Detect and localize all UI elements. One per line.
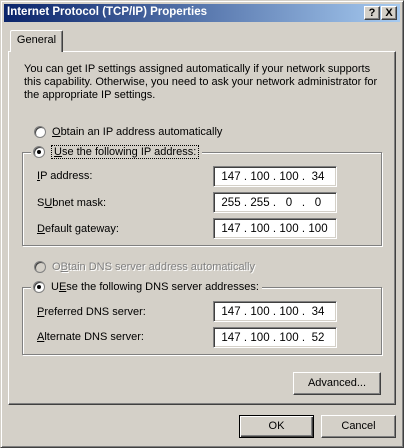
radio-obtain-ip-auto-circle[interactable] [34,126,46,138]
ip-octet: 0 [314,196,322,209]
ip-octet: 100 [279,305,299,318]
radio-use-following-dns-label: UEse the following DNS server addresses: [51,281,259,293]
ip-octet: 0 [285,196,293,209]
tab-general-label: General [16,34,57,46]
ip-dot: . [243,196,248,209]
ip-octet: 52 [311,331,325,344]
ip-dot: . [272,170,277,183]
radio-use-following-ip[interactable]: Use the following IP address: [31,145,203,159]
ip-octet: 100 [279,222,299,235]
ip-octet: 34 [311,170,325,183]
ip-dot: . [243,222,248,235]
close-button[interactable]: X [381,6,397,20]
description-text: You can get IP settings assigned automat… [24,63,378,101]
ip-octet: 147 [221,305,241,318]
default-gateway-input[interactable]: 147. 100. 100. 100 [213,218,337,239]
ip-octet: 100 [250,222,270,235]
radio-use-following-ip-label: Use the following IP address: [51,145,200,159]
radio-obtain-dns-auto-circle[interactable] [34,261,46,273]
radio-use-following-dns[interactable]: UEse the following DNS server addresses: [31,280,262,294]
ip-octet: 255 [250,196,270,209]
ip-dot: . [243,331,248,344]
ip-octet: 147 [221,170,241,183]
ip-dot: . [301,222,306,235]
radio-obtain-ip-auto[interactable]: Obtain an IP address automatically [34,125,222,139]
radio-use-following-ip-circle[interactable] [33,146,45,158]
window-title: Internet Protocol (TCP/IP) Properties [7,6,207,18]
ip-octet: 100 [250,170,270,183]
title-bar[interactable]: Internet Protocol (TCP/IP) Properties ? … [4,4,400,22]
cancel-button[interactable]: Cancel [321,415,396,438]
help-button[interactable]: ? [364,6,380,20]
ip-octet: 100 [279,331,299,344]
tab-general[interactable]: General [10,30,63,52]
dialog-window: Internet Protocol (TCP/IP) Properties ? … [0,0,404,448]
radio-obtain-dns-auto[interactable]: OBtain DNS server address automatically [34,260,255,274]
ip-octet: 100 [308,222,328,235]
ip-dot: . [272,331,277,344]
radio-obtain-ip-auto-label: Obtain an IP address automatically [52,126,223,138]
ip-dot: . [301,331,306,344]
ip-dot: . [272,196,277,209]
advanced-button[interactable]: Advanced... [293,372,381,395]
ip-dot: . [272,222,277,235]
alternate-dns-label: Alternate DNS server: [37,331,144,343]
ip-octet: 100 [250,305,270,318]
ip-octet: 100 [279,170,299,183]
ip-dot: . [301,196,306,209]
ok-button[interactable]: OK [239,415,314,438]
ip-octet: 100 [250,331,270,344]
preferred-dns-label: Preferred DNS server: [37,306,146,318]
ip-octet: 147 [221,331,241,344]
preferred-dns-input[interactable]: 147. 100. 100. 34 [213,301,337,322]
subnet-mask-label: SUbnet mask: [37,197,107,209]
ip-dot: . [243,170,248,183]
ip-dot: . [301,305,306,318]
radio-obtain-dns-auto-label: OBtain DNS server address automatically [52,261,255,273]
ip-octet: 255 [221,196,241,209]
default-gateway-label: Default gateway: [37,223,119,235]
ip-address-input[interactable]: 147. 100. 100. 34 [213,166,337,187]
radio-use-following-dns-circle[interactable] [33,281,45,293]
ip-address-label: IP address: [37,170,93,182]
ip-dot: . [301,170,306,183]
subnet-mask-input[interactable]: 255. 255. 0. 0 [213,192,337,213]
ip-octet: 34 [311,305,325,318]
alternate-dns-input[interactable]: 147. 100. 100. 52 [213,327,337,348]
ip-dot: . [243,305,248,318]
ip-dot: . [272,305,277,318]
ip-octet: 147 [221,222,241,235]
